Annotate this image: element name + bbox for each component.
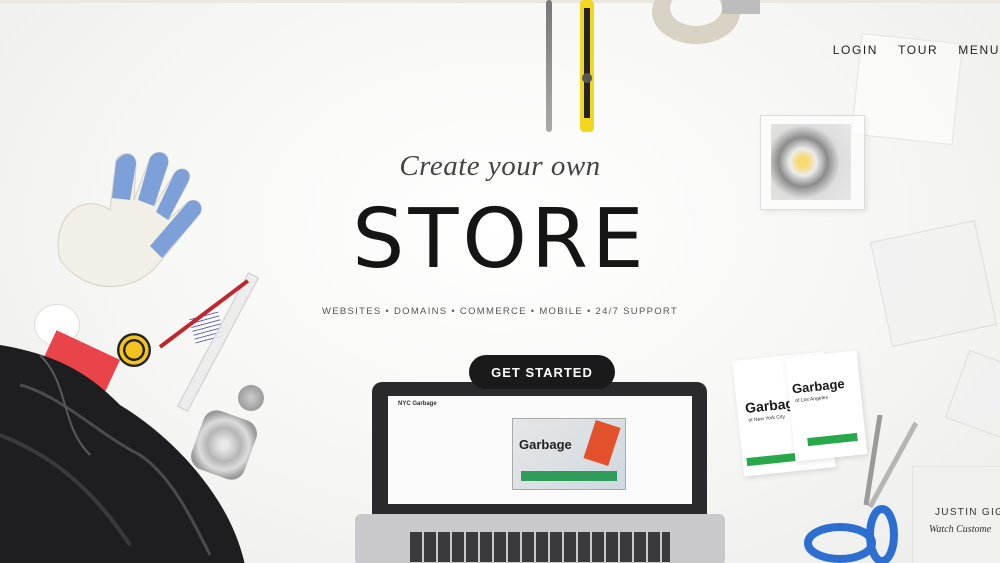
nav-tour-link[interactable]: TOUR xyxy=(898,43,938,57)
laptop-keyboard xyxy=(410,532,670,562)
top-divider xyxy=(0,0,1000,3)
business-card-city: of New York City xyxy=(748,413,786,424)
hero-subtitle: Create your own xyxy=(399,150,601,182)
pen-prop xyxy=(546,0,552,132)
laptop-screen-product-label: Garbage xyxy=(519,437,572,452)
nav-login-link[interactable]: LOGIN xyxy=(833,43,878,57)
business-card-brand: Garbage xyxy=(791,375,846,397)
hero-stage: Garbage of New York City Garbage of Los … xyxy=(0,0,1000,563)
glass-cube-prop xyxy=(944,349,1000,443)
watch-customer-link[interactable]: Watch Custome xyxy=(929,524,991,535)
get-started-button[interactable]: GET STARTED xyxy=(469,355,615,389)
testimonial-card[interactable]: JUSTIN GIG Watch Custome xyxy=(912,466,1000,563)
tape-roll-prop xyxy=(652,0,760,44)
business-card-city: of Los Angeles xyxy=(795,394,829,405)
box-cutter-prop xyxy=(580,0,594,132)
laptop-screen-site-title: NYC Garbage xyxy=(398,401,437,407)
feature-list: WEBSITES • DOMAINS • COMMERCE • MOBILE •… xyxy=(322,306,678,317)
testimonial-name: JUSTIN GIG xyxy=(935,507,1000,518)
trash-bag-prop xyxy=(0,345,245,563)
nav-menu-link[interactable]: MENU xyxy=(958,43,1000,57)
scissors-prop xyxy=(804,415,919,563)
laptop-screen-product: Garbage xyxy=(512,418,626,490)
hero-title: STORE xyxy=(352,192,648,287)
top-nav: LOGIN TOUR MENU xyxy=(833,43,1000,57)
